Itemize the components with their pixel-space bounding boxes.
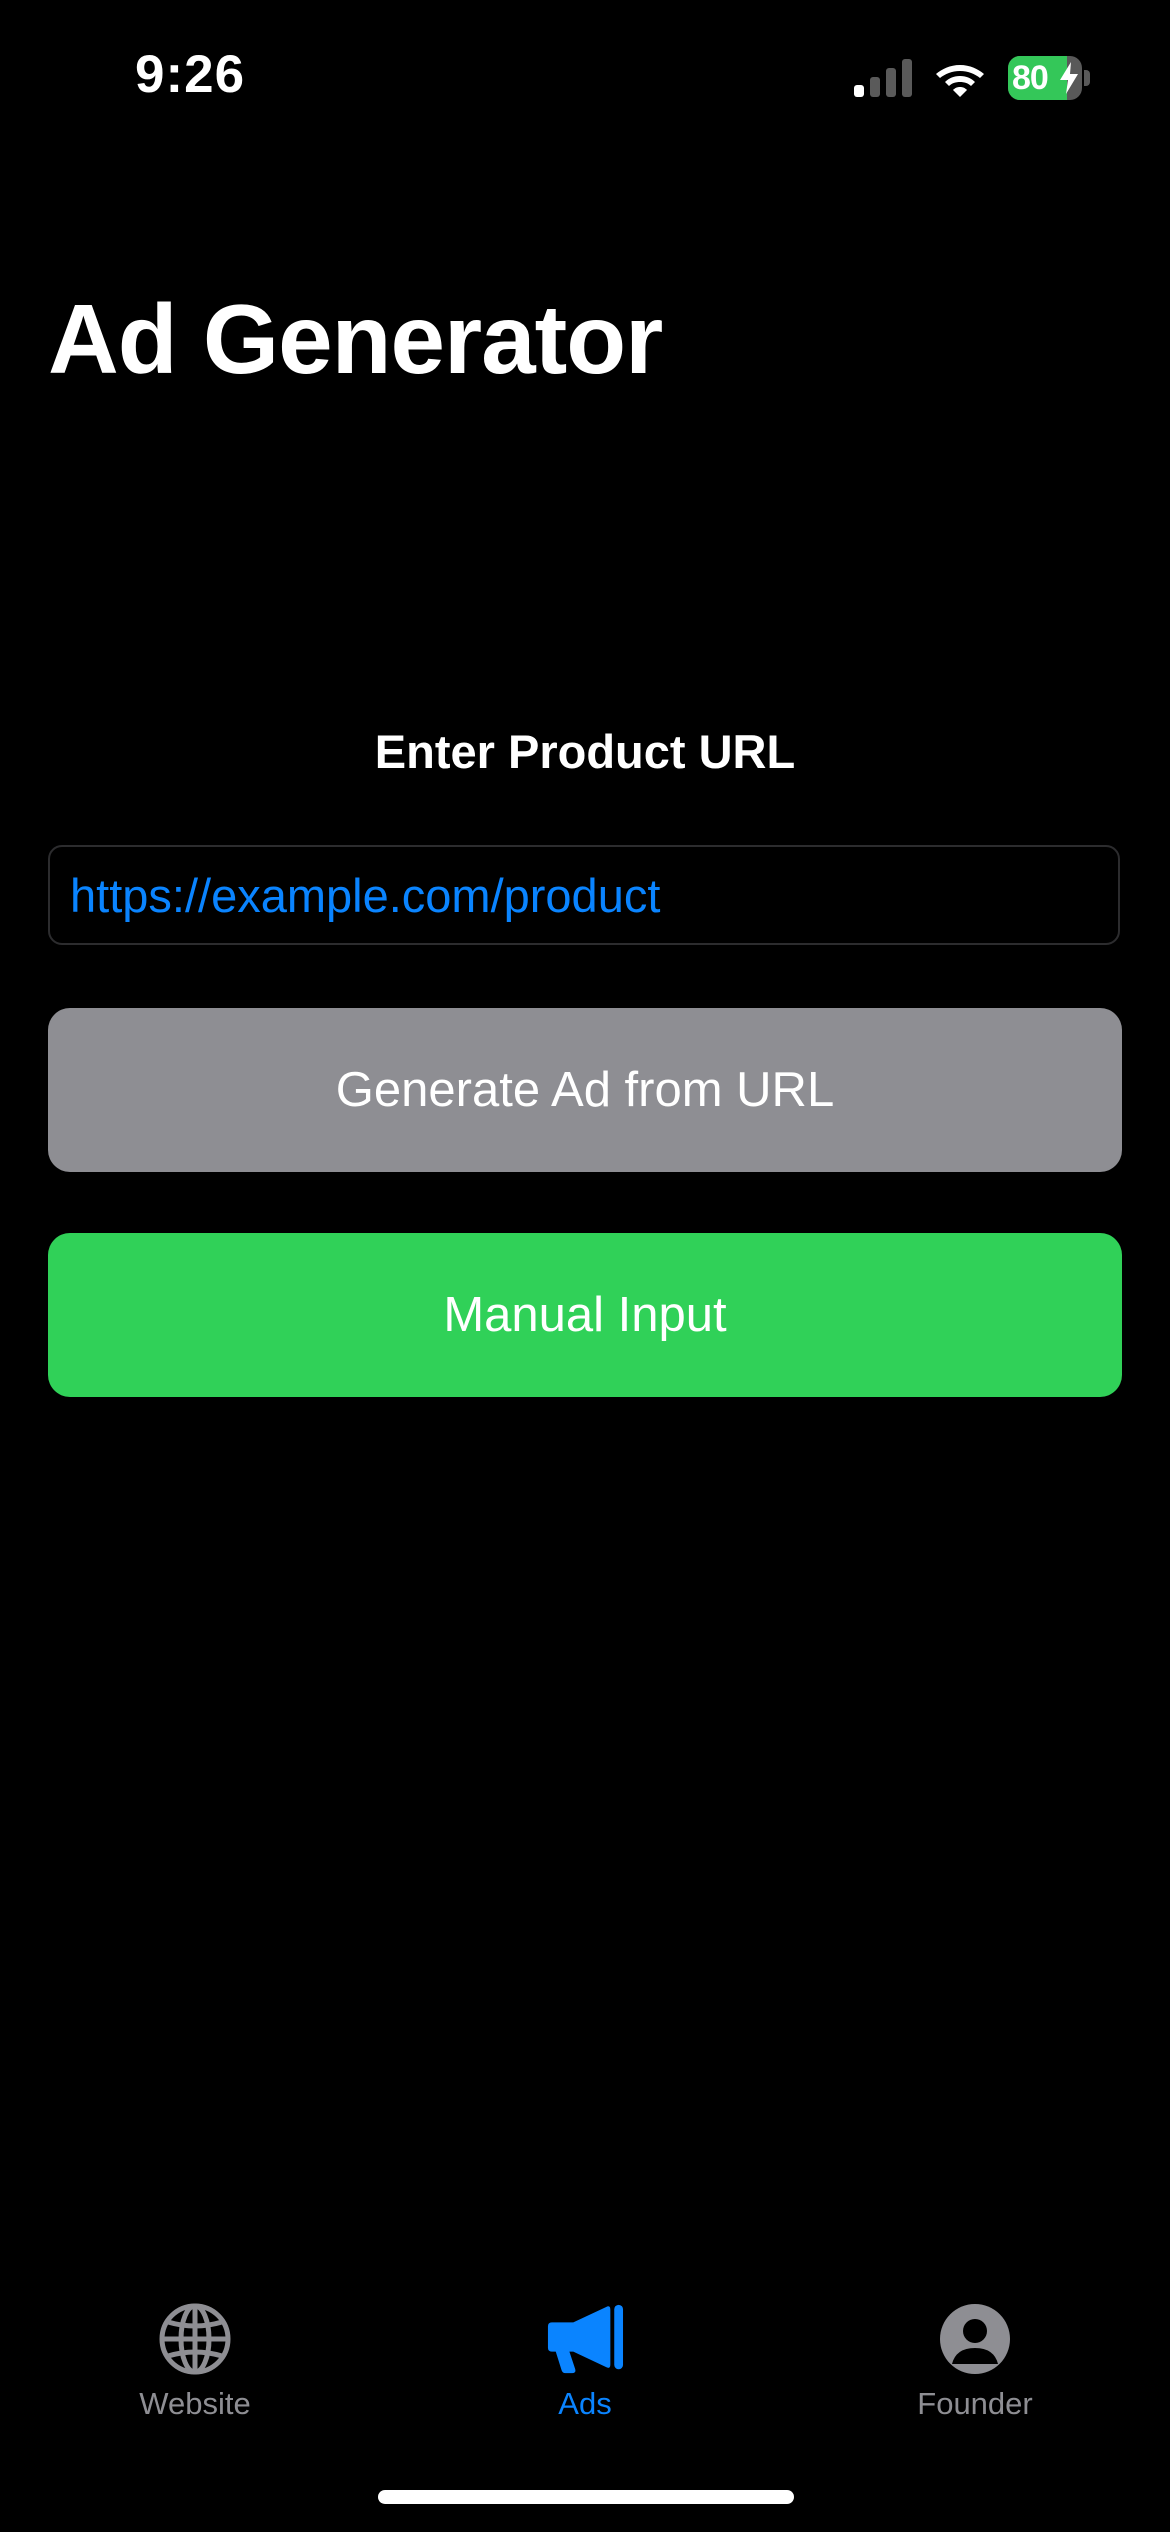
tab-founder[interactable]: Founder	[780, 2280, 1170, 2440]
generate-ad-from-url-button[interactable]: Generate Ad from URL	[48, 1008, 1122, 1172]
status-icons: 80	[854, 56, 1090, 100]
product-url-input[interactable]	[48, 845, 1120, 945]
page-title: Ad Generator	[48, 284, 663, 394]
cellular-signal-icon	[854, 59, 912, 97]
tab-label-website: Website	[139, 2386, 251, 2421]
battery-body: 80	[1008, 56, 1082, 100]
megaphone-icon	[546, 2300, 624, 2378]
battery-percent: 80	[1012, 59, 1049, 97]
tab-ads[interactable]: Ads	[390, 2280, 780, 2440]
status-time: 9:26	[135, 45, 246, 104]
person-circle-icon	[936, 2300, 1014, 2378]
tab-label-ads: Ads	[558, 2386, 612, 2421]
battery-cap	[1084, 70, 1090, 86]
wifi-icon	[934, 59, 986, 97]
tab-bar: Website Ads Founder	[0, 2280, 1170, 2440]
battery-charging-icon: 80	[1008, 56, 1090, 100]
status-bar: 9:26 80	[0, 0, 1170, 150]
home-indicator[interactable]	[378, 2490, 794, 2504]
url-section-label: Enter Product URL	[374, 725, 796, 778]
tab-label-founder: Founder	[917, 2386, 1033, 2421]
manual-input-button[interactable]: Manual Input	[48, 1233, 1122, 1397]
globe-icon	[156, 2300, 234, 2378]
tab-website[interactable]: Website	[0, 2280, 390, 2440]
charging-bolt-icon	[1060, 62, 1078, 94]
